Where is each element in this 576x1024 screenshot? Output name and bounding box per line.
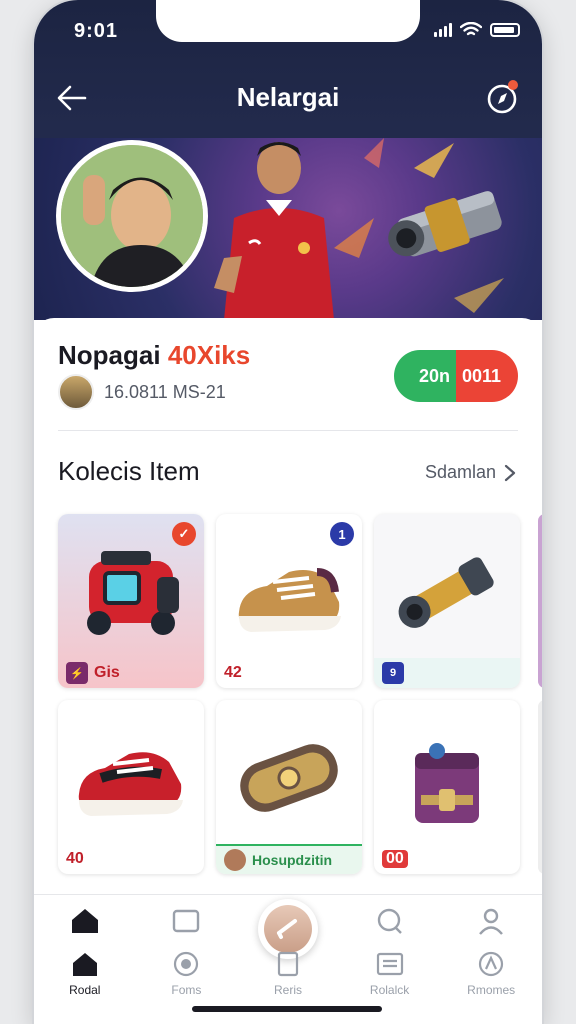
person-photo [61,145,203,287]
check-icon [277,919,297,939]
item-tile-sneaker[interactable]: 1 42 [216,514,362,688]
item-foot-label: 40 [66,850,84,867]
athlete-image [214,142,334,320]
item-tile-bracelet[interactable]: Hosupdzitin [216,700,362,874]
page-title: Nelargai [236,82,340,112]
player-subtitle-row: 16.0811 MS-21 [58,374,226,410]
item-tile-purse[interactable]: 00 [374,700,520,874]
see-all-link[interactable]: Sdamlan [425,462,516,483]
purse-icon [415,743,479,823]
home-icon [71,909,98,933]
player-subtitle: 16.0811 MS-21 [104,381,226,402]
robot-icon [87,551,179,635]
status-toggle[interactable]: 20n 0011 [394,350,518,402]
battery-icon [490,23,520,37]
tab-folder-top[interactable] [136,907,238,935]
divider [58,430,518,431]
item-grid: ✓ ⚡ Gis 1 42 9 40 Hosupdzitin 00 [58,514,528,874]
player-card: Nopagai 40Xiks 16.0811 MS-21 20n 0011 Ko… [34,318,542,1024]
section-title: Kolecis Item [58,456,200,486]
profile-avatar[interactable] [56,140,208,292]
red-sneaker-icon [78,752,183,816]
device-notch [156,0,420,42]
status-time: 9:01 [74,20,119,42]
chevron-right-icon [504,464,516,481]
status-icons [434,22,520,38]
signal-icon [434,23,452,37]
item-foot-label: 42 [224,664,242,681]
nav-bar: Nelargai [34,72,542,122]
tab-label: Rolalck [369,983,410,997]
tab-rodal[interactable]: Rodal [34,951,136,997]
player-name-main: Nopagai [58,340,161,370]
item-tile-red-sneaker[interactable]: 40 [58,700,204,874]
item-foot-avatar [224,849,246,871]
tab-label: Reris [273,983,302,997]
item-foot-icon: ⚡ [66,662,88,684]
player-name: Nopagai 40Xiks [58,340,250,371]
next-item-peek [538,700,542,874]
home-indicator[interactable] [192,1006,382,1012]
phone-frame: 9:01 Nelargai Nopagai 40Xiks 16.0811 MS-… [34,0,542,1024]
center-action-button[interactable] [258,899,318,959]
doc-icon [277,951,299,977]
badge-icon [479,951,504,977]
item-foot-label: Gis [94,664,120,681]
tab-chat-top[interactable] [339,907,441,935]
sneaker-icon [238,568,341,632]
item-tile-robot[interactable]: ✓ ⚡ Gis [58,514,204,688]
tab-rolalck[interactable]: Rolalck [339,951,441,997]
player-name-accent: 40Xiks [167,340,251,370]
chat-icon [377,908,402,934]
tab-reris[interactable]: Reris [237,951,339,997]
notification-dot [508,80,518,90]
profile-icon [479,908,504,935]
item-foot-icon: 9 [382,662,404,684]
toggle-right-label[interactable]: 0011 [456,350,518,402]
wifi-icon [460,22,482,36]
home-icon [72,953,97,976]
list-icon [376,952,403,976]
hero-banner [34,138,542,320]
item-foot-label: Hosupdzitin [252,852,333,868]
tab-foms[interactable]: Foms [136,951,238,997]
tab-label: Rodal [69,983,101,997]
see-all-label: Sdamlan [424,462,496,482]
tab-rmomes[interactable]: Rmomes [440,951,542,997]
tab-label: Foms [171,983,202,997]
item-foot-label: 00 [382,850,408,868]
item-tile-cannon[interactable]: 9 [374,514,520,688]
tab-home-top[interactable] [34,907,136,935]
cannon-icon [398,557,494,628]
toggle-left-label[interactable]: 20n [394,350,456,402]
mini-avatar [58,374,94,410]
next-item-peek [538,514,542,688]
bracelet-icon [240,744,338,812]
tab-label: Rmomes [467,983,516,997]
bottom-tab-bar: Rodal Foms Reris Rolalck Rmomes [34,894,542,1024]
tab-profile-top[interactable] [440,907,542,935]
tab-row-bottom: Rodal Foms Reris Rolalck Rmomes [34,951,542,997]
folder-icon [173,909,200,933]
notification-button[interactable] [482,78,522,118]
shield-icon [174,951,199,977]
cannon-image [388,191,502,257]
